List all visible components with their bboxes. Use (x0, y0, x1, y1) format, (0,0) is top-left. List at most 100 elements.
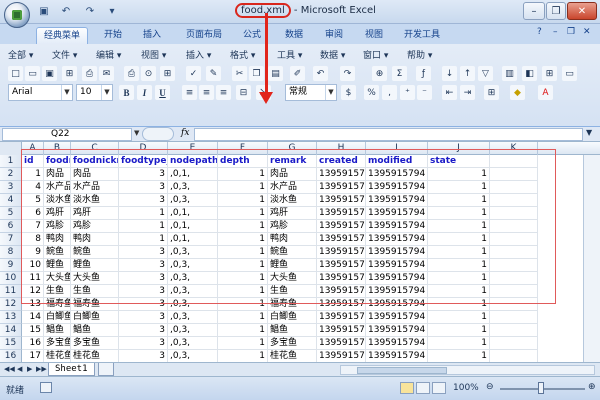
row-header[interactable]: 14 (0, 324, 22, 337)
table-cell[interactable]: 1 (428, 168, 490, 181)
tab-data[interactable]: 数据 (278, 27, 310, 44)
table-cell[interactable]: 1 (428, 337, 490, 350)
table-cell[interactable]: 1395915794 (366, 337, 428, 350)
table-cell[interactable]: 17 (22, 350, 44, 362)
table-cell[interactable]: 1 (428, 246, 490, 259)
table-cell[interactable]: 1 (218, 220, 268, 233)
increase-indent-icon[interactable]: ⇥ (460, 85, 475, 100)
table-cell[interactable]: 1 (119, 207, 168, 220)
table-cell[interactable]: ,0,3, (168, 285, 218, 298)
header-cell[interactable] (490, 155, 538, 168)
workbook-close-icon[interactable]: ✕ (583, 27, 591, 37)
column-header-i[interactable]: I (366, 142, 428, 155)
select-all-corner[interactable] (0, 142, 22, 155)
drawing-icon[interactable]: ◧ (522, 66, 537, 81)
table-cell[interactable]: 鸡胗 (71, 220, 119, 233)
table-cell[interactable]: 1395915794 (317, 259, 366, 272)
table-cell[interactable] (490, 298, 538, 311)
header-cell[interactable]: foodnickn (71, 155, 119, 168)
table-cell[interactable]: 1 (428, 259, 490, 272)
table-cell[interactable]: 1 (218, 246, 268, 259)
table-cell[interactable]: 1395915794 (366, 259, 428, 272)
table-cell[interactable]: 4 (22, 181, 44, 194)
zoom-in-icon[interactable]: ⊕ (588, 382, 596, 392)
tab-home[interactable]: 开始 (97, 27, 129, 44)
table-cell[interactable]: 1 (218, 311, 268, 324)
table-cell[interactable]: ,0,3, (168, 259, 218, 272)
table-cell[interactable]: 1 (428, 350, 490, 362)
table-cell[interactable]: 淡水鱼 (268, 194, 317, 207)
filter-icon[interactable]: ▽ (478, 66, 493, 81)
table-cell[interactable] (490, 311, 538, 324)
table-cell[interactable]: 1395915794 (366, 324, 428, 337)
tab-view[interactable]: 视图 (358, 27, 390, 44)
autosum-icon[interactable]: Σ (392, 66, 407, 81)
menu-view[interactable]: 视图 ▾ (141, 48, 166, 61)
table-cell[interactable]: ,0,3, (168, 298, 218, 311)
row-header[interactable]: 7 (0, 233, 22, 246)
table-cell[interactable]: 肉品 (44, 168, 71, 181)
table-cell[interactable]: 1 (218, 324, 268, 337)
table-cell[interactable]: 鲤鱼 (71, 259, 119, 272)
table-cell[interactable]: 多宝鱼 (268, 337, 317, 350)
table-cell[interactable] (490, 207, 538, 220)
table-cell[interactable]: ,0,3, (168, 350, 218, 362)
align-right-icon[interactable]: ≡ (216, 85, 231, 100)
hyperlink-icon[interactable]: ⊕ (372, 66, 387, 81)
table-cell[interactable]: 生鱼 (71, 285, 119, 298)
page-break-view-icon[interactable] (432, 382, 446, 394)
table-cell[interactable]: 3 (119, 168, 168, 181)
table-cell[interactable]: ,0,3, (168, 246, 218, 259)
table-cell[interactable]: 1 (218, 259, 268, 272)
next-sheet-icon[interactable]: ▶ (27, 365, 32, 373)
font-name-select[interactable]: Arial ▼ (8, 84, 73, 101)
table-cell[interactable]: 1395915794 (366, 246, 428, 259)
table-cell[interactable]: 鸭肉 (44, 233, 71, 246)
row-header[interactable]: 6 (0, 220, 22, 233)
borders-icon[interactable]: ⊞ (484, 85, 499, 100)
merge-center-icon[interactable]: ⊟ (236, 85, 251, 100)
menu-tools[interactable]: 工具 ▾ (277, 48, 302, 61)
zoom-level[interactable]: 100% (453, 383, 479, 393)
table-cell[interactable]: 多宝鱼 (44, 337, 71, 350)
table-cell[interactable]: 3 (119, 298, 168, 311)
column-header-j[interactable]: J (428, 142, 490, 155)
table-cell[interactable]: 淡水鱼 (44, 194, 71, 207)
table-cell[interactable] (490, 337, 538, 350)
bold-button[interactable]: B (119, 85, 134, 100)
table-cell[interactable]: 1 (428, 285, 490, 298)
table-cell[interactable]: 鲳鱼 (268, 324, 317, 337)
table-cell[interactable]: ,0,3, (168, 194, 218, 207)
table-cell[interactable]: 水产品 (71, 181, 119, 194)
row-header[interactable]: 13 (0, 311, 22, 324)
table-cell[interactable]: 1395915794 (317, 233, 366, 246)
table-cell[interactable]: 1 (428, 233, 490, 246)
chevron-down-icon[interactable]: ▼ (134, 129, 139, 137)
name-box-splitter[interactable] (142, 127, 174, 141)
column-header-k[interactable]: K (490, 142, 538, 155)
table-cell[interactable]: 1395915794 (366, 233, 428, 246)
table-cell[interactable]: 1395915794 (366, 220, 428, 233)
menu-format[interactable]: 格式 ▾ (230, 48, 255, 61)
column-header-d[interactable]: D (119, 142, 168, 155)
table-cell[interactable]: 1395915794 (317, 272, 366, 285)
table-cell[interactable]: 1 (428, 194, 490, 207)
table-cell[interactable]: 桂花鱼 (268, 350, 317, 362)
table-cell[interactable]: 鸡肝 (71, 207, 119, 220)
table-cell[interactable]: 白鲫鱼 (71, 311, 119, 324)
table-cell[interactable]: 15 (22, 324, 44, 337)
table-cell[interactable]: 福寿鱼 (268, 298, 317, 311)
table-cell[interactable]: 1 (218, 298, 268, 311)
table-cell[interactable]: 1395915794 (366, 168, 428, 181)
table-cell[interactable]: 1395915794 (317, 311, 366, 324)
table-icon[interactable]: ⊞ (542, 66, 557, 81)
table-cell[interactable]: 5 (22, 194, 44, 207)
tab-insert[interactable]: 插入 (136, 27, 168, 44)
table-cell[interactable]: 13 (22, 298, 44, 311)
table-cell[interactable]: 鸡胗 (44, 220, 71, 233)
page-layout-view-icon[interactable] (416, 382, 430, 394)
table-cell[interactable]: 1 (428, 181, 490, 194)
column-header-b[interactable]: B (44, 142, 71, 155)
table-cell[interactable]: 1 (119, 220, 168, 233)
row-header[interactable]: 4 (0, 194, 22, 207)
